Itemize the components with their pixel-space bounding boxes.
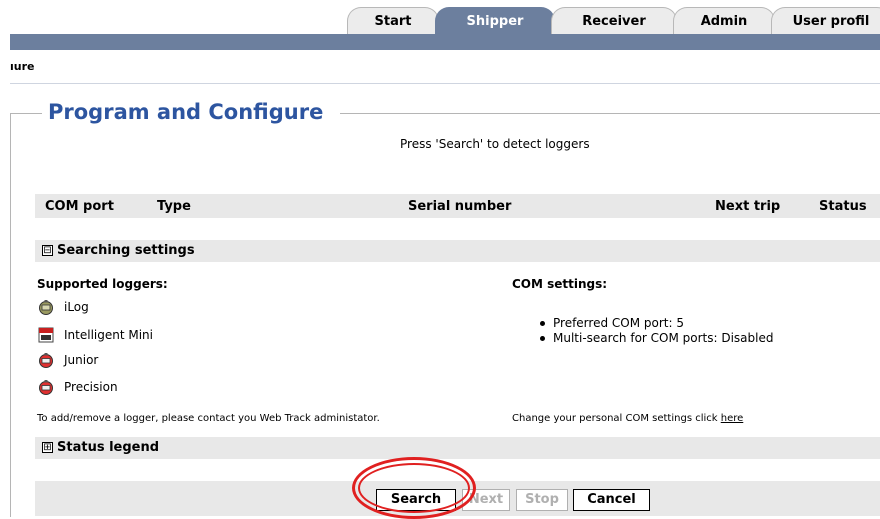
expand-icon[interactable]: ⊞ (42, 442, 53, 453)
tab-shipper[interactable]: Shipper (435, 7, 555, 34)
logger-name: Precision (64, 380, 118, 394)
section-label: Status legend (57, 440, 160, 455)
column-status: Status (819, 199, 867, 214)
fieldset-border (10, 113, 11, 517)
page-title: Program and Configure (48, 100, 324, 124)
nav-bar (10, 34, 880, 50)
column-type: Type (157, 199, 191, 214)
breadcrumb: ıure (10, 60, 35, 73)
section-label: Searching settings (57, 243, 195, 258)
column-next-trip: Next trip (715, 199, 781, 214)
mini-icon (38, 327, 54, 343)
tab-user-profile[interactable]: User profil (771, 7, 880, 34)
com-setting-text: Multi-search for COM ports: Disabled (553, 331, 774, 345)
supported-loggers-title: Supported loggers: (37, 277, 168, 291)
tab-admin[interactable]: Admin (673, 7, 775, 34)
ilog-icon (39, 300, 53, 315)
status-legend-header[interactable]: ⊞ Status legend (35, 437, 880, 459)
add-logger-note: To add/remove a logger, please contact y… (37, 413, 380, 424)
change-com-text: Change your personal COM settings click (512, 413, 721, 424)
com-settings-link[interactable]: here (721, 413, 744, 424)
stop-button[interactable]: Stop (516, 489, 568, 511)
results-table-header: COM port Type Serial number Next trip St… (35, 194, 880, 218)
tab-receiver[interactable]: Receiver (551, 7, 677, 34)
column-com-port: COM port (45, 199, 114, 214)
tab-bar: Start Shipper Receiver Admin User profil (0, 0, 880, 34)
searching-settings-header[interactable]: ⊟ Searching settings (35, 240, 880, 262)
junior-icon (39, 353, 53, 368)
com-setting-text: Preferred COM port: 5 (553, 316, 684, 330)
collapse-icon[interactable]: ⊟ (42, 245, 53, 256)
com-settings-list: Preferred COM port: 5 Multi-search for C… (540, 316, 773, 346)
logger-name: iLog (64, 300, 89, 314)
divider (10, 83, 880, 84)
list-item: Multi-search for COM ports: Disabled (540, 331, 773, 346)
com-settings-title: COM settings: (512, 277, 608, 291)
logger-name: Junior (64, 353, 99, 367)
precision-icon (39, 380, 53, 395)
bullet-icon (540, 321, 545, 326)
column-serial-number: Serial number (408, 199, 512, 214)
bullet-icon (540, 336, 545, 341)
fieldset-border (10, 113, 42, 114)
cancel-button[interactable]: Cancel (573, 489, 650, 511)
highlight-circle (358, 463, 470, 513)
tab-start[interactable]: Start (347, 7, 439, 34)
logger-name: Intelligent Mini (64, 328, 153, 342)
change-com-note: Change your personal COM settings click … (512, 413, 743, 424)
fieldset-border (340, 113, 880, 114)
list-item: Preferred COM port: 5 (540, 316, 773, 331)
hint-text: Press 'Search' to detect loggers (400, 137, 590, 151)
